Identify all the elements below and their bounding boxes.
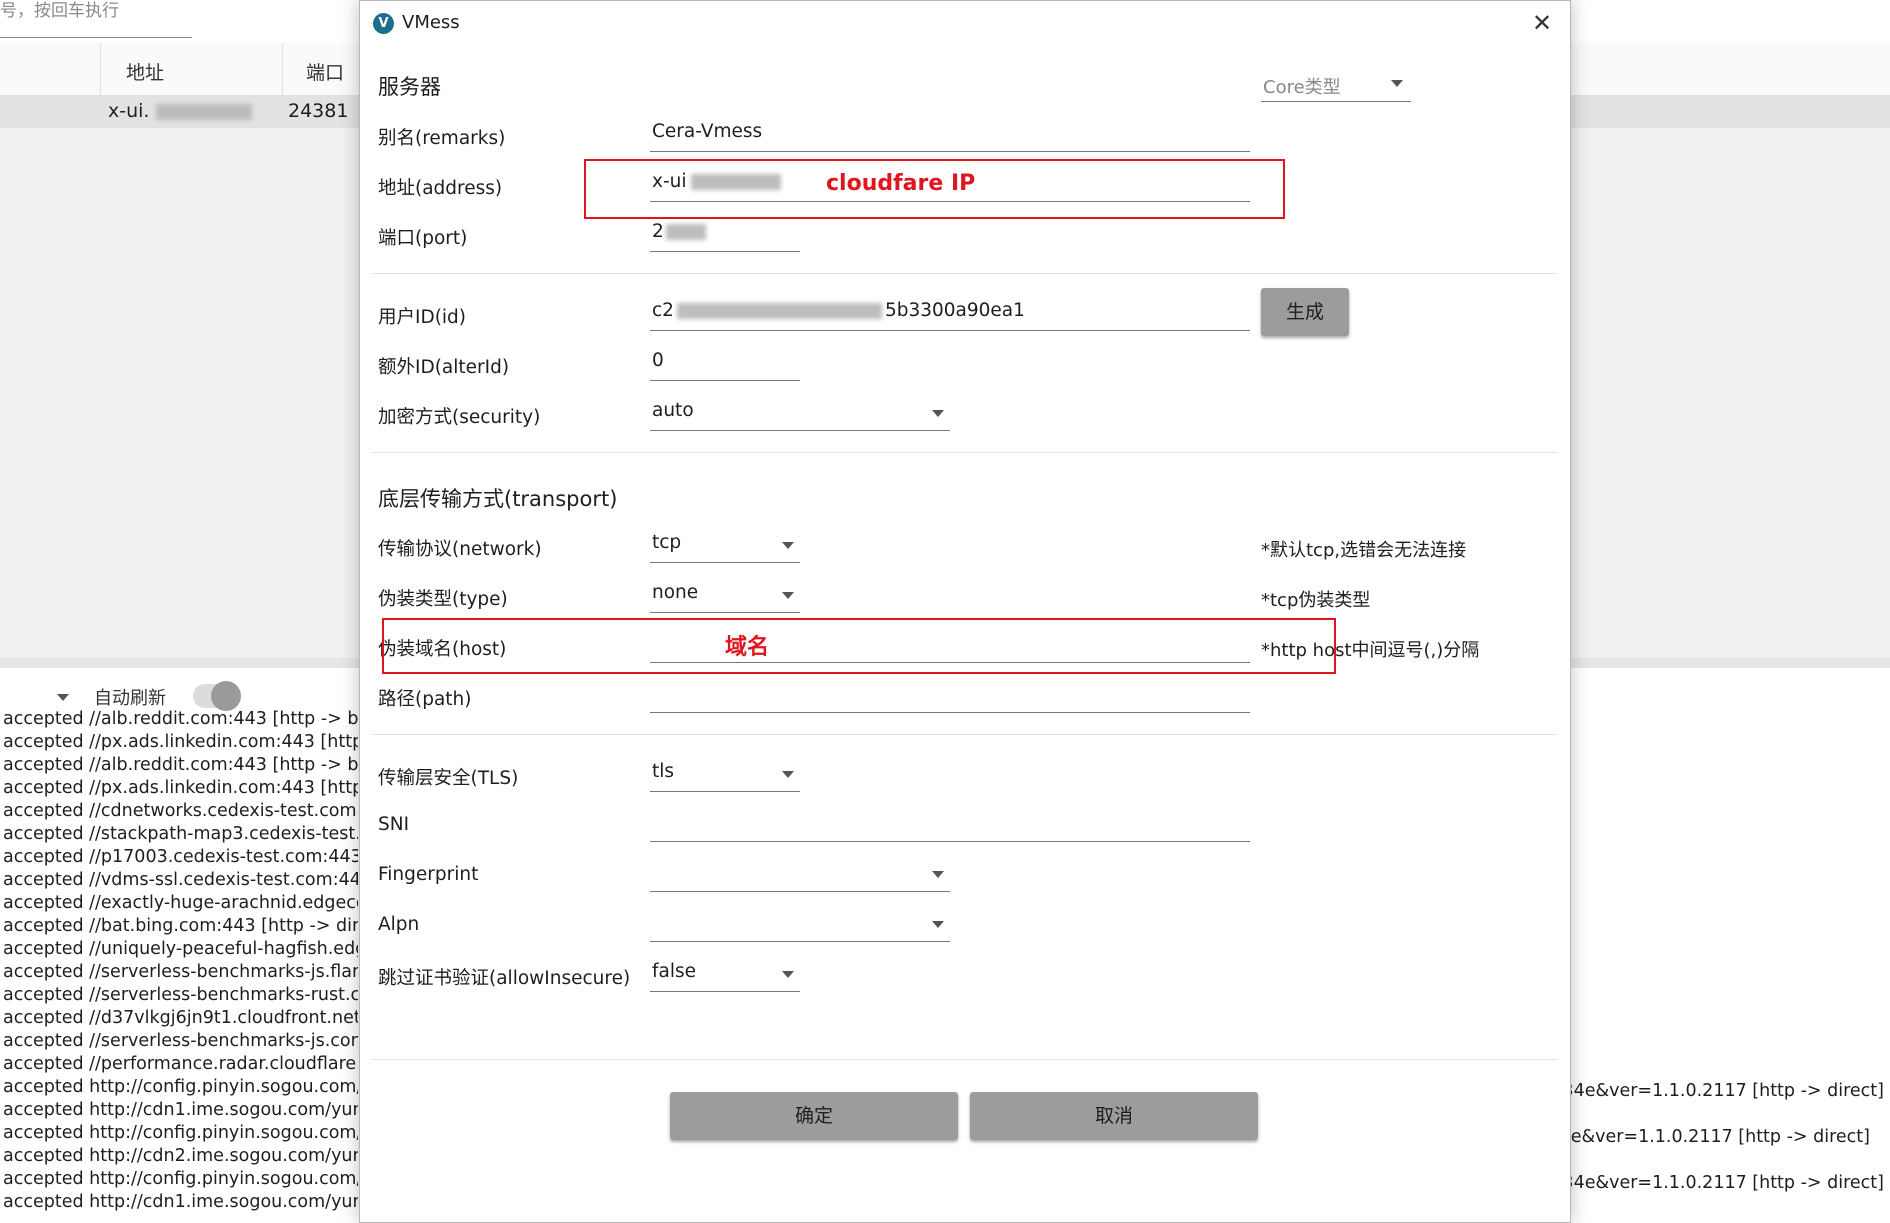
sni-input[interactable] xyxy=(650,809,1250,842)
address-label: 地址(address) xyxy=(378,178,503,199)
log-line-right: 134e&ver=1.1.0.2117 [http -> direct] xyxy=(1551,1173,1884,1193)
log-filter-dropdown-icon[interactable] xyxy=(57,694,69,701)
section-server: 服务器 xyxy=(378,75,441,99)
log-line: accepted //alb.reddit.com:443 [http -> b… xyxy=(3,755,358,775)
log-line-right: _134e&ver=1.1.0.2117 [http -> direct] xyxy=(1542,1081,1884,1101)
section-divider xyxy=(372,273,1557,274)
redacted-text xyxy=(155,103,252,120)
network-select[interactable]: tcp xyxy=(650,530,800,563)
allow-insecure-label: 跳过证书验证(allowInsecure) xyxy=(378,968,631,989)
redacted-text xyxy=(676,303,882,319)
allow-insecure-select[interactable]: false xyxy=(650,959,800,992)
log-line: accepted http://config.pinyin.sogou.com/… xyxy=(3,1123,358,1143)
sni-label: SNI xyxy=(378,814,410,835)
chevron-down-icon xyxy=(782,771,794,778)
alter-id-label: 额外ID(alterId) xyxy=(378,357,510,378)
log-panel: accepted //alb.reddit.com:443 [http -> b… xyxy=(3,708,358,1214)
fingerprint-select[interactable] xyxy=(650,859,950,892)
row-address-cell[interactable]: x-ui. xyxy=(108,100,252,122)
close-icon: ✕ xyxy=(1531,9,1553,37)
toggle-knob xyxy=(211,681,241,711)
column-header-address[interactable]: 地址 xyxy=(126,58,164,85)
search-input[interactable]: 号，按回车执行 xyxy=(0,0,192,38)
chevron-down-icon xyxy=(782,542,794,549)
path-input[interactable] xyxy=(650,680,1250,713)
chevron-down-icon xyxy=(782,592,794,599)
section-divider xyxy=(372,452,1557,453)
dialog-title: VMess xyxy=(402,12,460,33)
log-line-right: 134e&ver=1.1.0.2117 [http -> direct] xyxy=(1537,1127,1870,1147)
auto-refresh-toggle[interactable] xyxy=(193,681,241,711)
alpn-label: Alpn xyxy=(378,914,420,935)
ok-button[interactable]: 确定 xyxy=(670,1092,958,1140)
user-id-input[interactable]: c2 5b3300a90ea1 xyxy=(650,298,1250,331)
chevron-down-icon xyxy=(932,410,944,417)
path-label: 路径(path) xyxy=(378,689,472,710)
security-label: 加密方式(security) xyxy=(378,407,541,428)
user-id-label: 用户ID(id) xyxy=(378,307,467,328)
log-line: accepted http://cdn1.ime.sogou.com/yun_p xyxy=(3,1192,358,1212)
log-line: accepted //serverless-benchmarks-js.flam… xyxy=(3,962,358,982)
remarks-input[interactable]: Cera-Vmess xyxy=(650,119,1250,152)
annotation-domain: 域名 xyxy=(725,635,770,660)
footer-divider xyxy=(372,1059,1557,1060)
generate-id-button[interactable]: 生成 xyxy=(1261,288,1349,336)
core-type-select[interactable]: Core类型 xyxy=(1261,67,1411,102)
log-line: accepted //cdnetworks.cedexis-test.com:4… xyxy=(3,801,358,821)
tls-label: 传输层安全(TLS) xyxy=(378,768,519,789)
vmess-dialog: V VMess ✕ 服务器 Core类型 别名(remarks) Cera-Vm… xyxy=(359,0,1571,1223)
chevron-down-icon xyxy=(782,971,794,978)
remarks-label: 别名(remarks) xyxy=(378,128,506,149)
column-header-port[interactable]: 端口 xyxy=(306,58,344,85)
row-port-cell[interactable]: 24381 xyxy=(288,100,348,122)
log-line: accepted //px.ads.linkedin.com:443 [http… xyxy=(3,778,358,798)
log-line: accepted http://config.pinyin.sogou.com/… xyxy=(3,1077,358,1097)
port-input[interactable]: 2 xyxy=(650,219,800,252)
log-line: accepted //bat.bing.com:443 [http -> dir… xyxy=(3,916,358,936)
alpn-select[interactable] xyxy=(650,909,950,942)
annotation-box-host xyxy=(382,618,1336,674)
v2rayn-app-icon: V xyxy=(373,13,394,34)
chevron-down-icon xyxy=(1391,80,1403,87)
log-line: accepted //px.ads.linkedin.com:443 [http… xyxy=(3,732,358,752)
log-line: accepted //performance.radar.cloudflare.… xyxy=(3,1054,358,1074)
search-placeholder: 号，按回车执行 xyxy=(0,1,119,21)
log-line: accepted //p17003.cedexis-test.com:443 [… xyxy=(3,847,358,867)
fingerprint-label: Fingerprint xyxy=(378,864,479,885)
alter-id-input[interactable]: 0 xyxy=(650,348,800,381)
network-hint: *默认tcp,选错会无法连接 xyxy=(1261,540,1467,561)
security-select[interactable]: auto xyxy=(650,398,950,431)
annotation-cloudfare-ip: cloudfare IP xyxy=(826,171,976,196)
log-line: accepted //d37vlkgj6jn9t1.cloudfront.net… xyxy=(3,1008,358,1028)
log-line: accepted http://cdn2.ime.sogou.com/yun_p xyxy=(3,1146,358,1166)
log-line: accepted http://config.pinyin.sogou.com/… xyxy=(3,1169,358,1189)
redacted-text xyxy=(665,224,706,240)
log-line: accepted //serverless-benchmarks-rust.co… xyxy=(3,985,358,1005)
log-line: accepted http://cdn1.ime.sogou.com/yun_p xyxy=(3,1100,358,1120)
section-divider xyxy=(372,734,1557,735)
type-hint: *tcp伪装类型 xyxy=(1261,590,1371,611)
chevron-down-icon xyxy=(932,871,944,878)
log-line: accepted //vdms-ssl.cedexis-test.com:443… xyxy=(3,870,358,890)
auto-refresh-label: 自动刷新 xyxy=(94,688,166,709)
log-line: accepted //stackpath-map3.cedexis-test.c… xyxy=(3,824,358,844)
log-line: accepted //uniquely-peaceful-hagfish.edg… xyxy=(3,939,358,959)
log-line: accepted //alb.reddit.com:443 [http -> b… xyxy=(3,709,358,729)
log-line: accepted //serverless-benchmarks-js.comp… xyxy=(3,1031,358,1051)
tls-select[interactable]: tls xyxy=(650,759,800,792)
dialog-titlebar[interactable]: V VMess ✕ xyxy=(360,1,1570,43)
close-button[interactable]: ✕ xyxy=(1528,9,1556,37)
port-label: 端口(port) xyxy=(378,228,468,249)
chevron-down-icon xyxy=(932,921,944,928)
section-transport: 底层传输方式(transport) xyxy=(378,487,618,511)
cancel-button[interactable]: 取消 xyxy=(970,1092,1258,1140)
type-select[interactable]: none xyxy=(650,580,800,613)
type-label: 伪装类型(type) xyxy=(378,589,508,610)
log-line: accepted //exactly-huge-arachnid.edgecom xyxy=(3,893,358,913)
network-label: 传输协议(network) xyxy=(378,539,542,560)
core-type-placeholder: Core类型 xyxy=(1263,77,1341,98)
